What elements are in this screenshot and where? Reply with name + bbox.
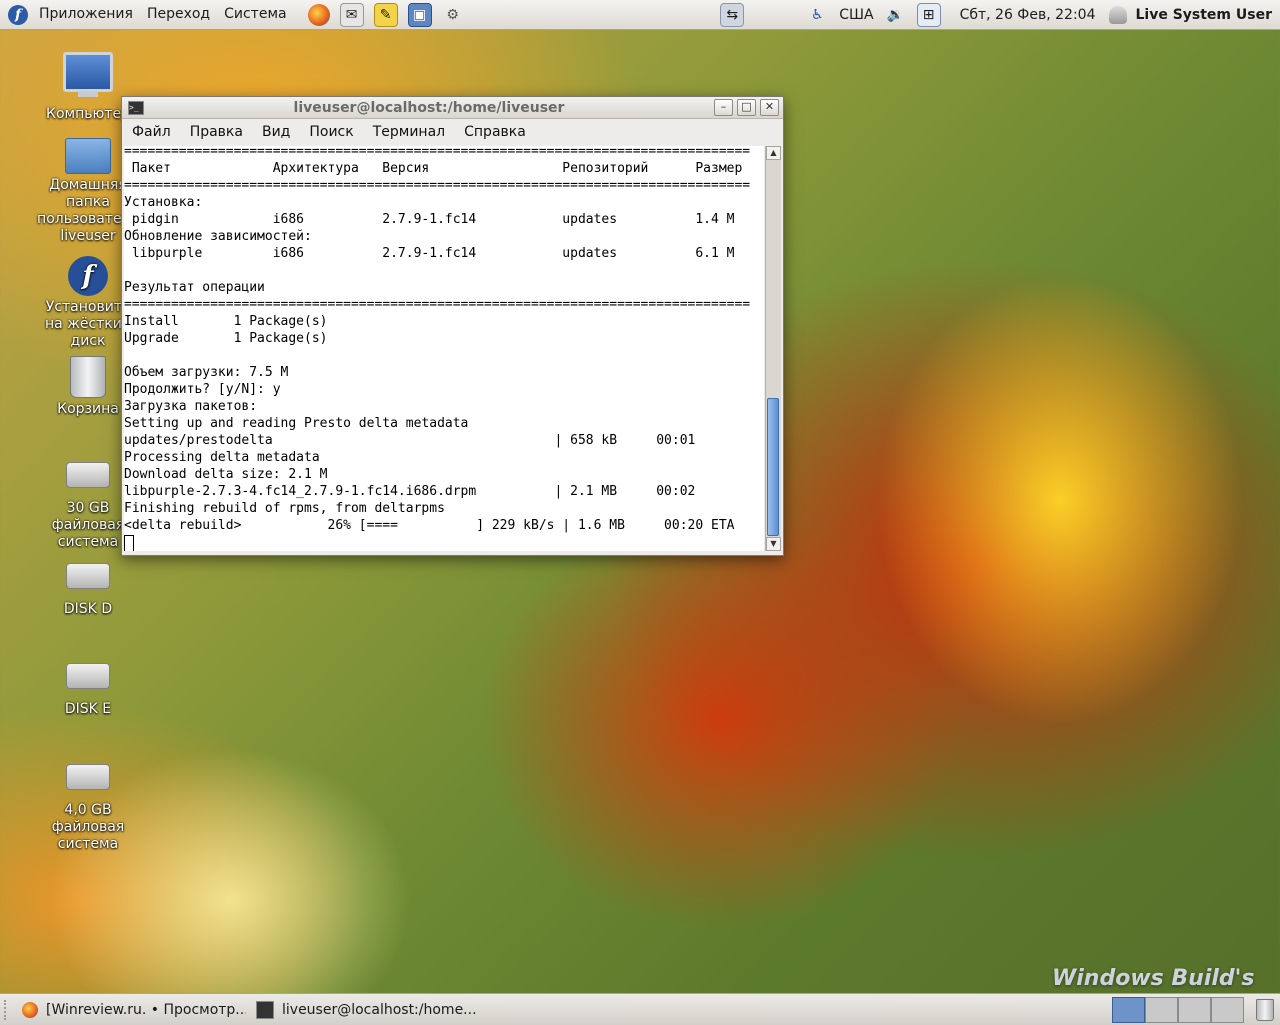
- scroll-up-icon[interactable]: ▲: [766, 146, 781, 160]
- accessibility-icon[interactable]: ♿: [806, 4, 828, 26]
- user-icon: [1109, 5, 1128, 24]
- terminal-menubar: Файл Правка Вид Поиск Терминал Справка: [122, 119, 783, 145]
- text-cursor: [124, 535, 134, 551]
- volume-icon[interactable]: 🔉: [885, 4, 907, 26]
- desktop-icon-label: DISK D: [63, 601, 113, 617]
- maximize-button[interactable]: □: [737, 99, 756, 116]
- menu-places[interactable]: Переход: [140, 0, 217, 29]
- desktop-icon-label: 4,0 GB файловая система: [51, 802, 125, 852]
- bottom-panel: [Winreview.ru. • Просмотр... liveuser@lo…: [0, 993, 1280, 1025]
- computer-icon: [63, 52, 113, 97]
- window-titlebar[interactable]: >_ liveuser@localhost:/home/liveuser – □…: [122, 97, 783, 119]
- network-icon[interactable]: ⊞: [916, 2, 941, 27]
- update-notifier-icon[interactable]: ⇆: [720, 2, 745, 27]
- taskbar-item-label: [Winreview.ru. • Просмотр...: [46, 1001, 246, 1018]
- scrollbar-thumb[interactable]: [767, 398, 779, 536]
- desktop-icon-drive-4gb[interactable]: 4,0 GB файловая система: [23, 764, 153, 853]
- workspace-2[interactable]: [1145, 996, 1178, 1023]
- firefox-icon: [22, 1001, 38, 1018]
- fedora-logo-icon[interactable]: f: [8, 4, 28, 25]
- clock[interactable]: Сбт, 26 Фев, 22:04: [946, 7, 1110, 23]
- desktop-icon-disk-d[interactable]: DISK D: [23, 563, 153, 618]
- keyboard-layout-indicator[interactable]: США: [833, 7, 879, 23]
- drive-icon: [66, 764, 110, 790]
- menu-search[interactable]: Поиск: [299, 124, 362, 140]
- panel-grip[interactable]: [4, 999, 10, 1020]
- close-button[interactable]: ✕: [760, 99, 779, 116]
- mail-icon[interactable]: ✉: [339, 2, 364, 27]
- terminal-icon: [256, 1000, 274, 1019]
- terminal-output[interactable]: ========================================…: [124, 146, 764, 551]
- taskbar-item-browser[interactable]: [Winreview.ru. • Просмотр...: [16, 997, 246, 1022]
- trash-icon[interactable]: [1256, 998, 1274, 1021]
- home-folder-icon: [65, 138, 111, 174]
- terminal-scrollbar[interactable]: ▲ ▼: [765, 146, 781, 551]
- window-title: liveuser@localhost:/home/liveuser: [293, 99, 565, 116]
- menu-edit[interactable]: Правка: [180, 124, 252, 140]
- notes-icon[interactable]: ✎: [373, 2, 398, 27]
- menu-file[interactable]: Файл: [122, 124, 180, 140]
- trash-icon: [70, 356, 106, 398]
- terminal-window: >_ liveuser@localhost:/home/liveuser – □…: [121, 96, 784, 556]
- workspace-1[interactable]: [1112, 996, 1145, 1023]
- drive-icon: [66, 462, 110, 488]
- drive-icon: [66, 663, 110, 689]
- menu-view[interactable]: Вид: [252, 124, 299, 140]
- taskbar-item-terminal[interactable]: liveuser@localhost:/home...: [250, 997, 480, 1022]
- screenshot-icon[interactable]: ▣: [407, 2, 432, 27]
- drive-icon: [66, 563, 110, 589]
- workspace-switcher: [1112, 996, 1244, 1023]
- terminal-text: ========================================…: [124, 146, 751, 533]
- watermark: Windows Build's: [1052, 966, 1255, 991]
- menu-terminal[interactable]: Терминал: [363, 124, 454, 140]
- install-icon: f: [68, 256, 108, 296]
- workspace-3[interactable]: [1178, 996, 1211, 1023]
- top-panel: f Приложения Переход Система ✉ ✎ ▣ ⚙ ⇆ ♿…: [0, 0, 1280, 30]
- settings-icon[interactable]: ⚙: [442, 4, 464, 26]
- workspace-4[interactable]: [1211, 996, 1244, 1023]
- firefox-icon[interactable]: [307, 3, 330, 26]
- user-switcher[interactable]: Live System User: [1135, 7, 1280, 23]
- desktop-icon-disk-e[interactable]: DISK E: [23, 663, 153, 718]
- terminal-icon: >_: [128, 100, 144, 115]
- desktop-icon-label: DISK E: [64, 701, 112, 717]
- taskbar-item-label: liveuser@localhost:/home...: [282, 1001, 477, 1018]
- minimize-button[interactable]: –: [714, 99, 733, 116]
- menu-system[interactable]: Система: [217, 0, 293, 29]
- menu-help[interactable]: Справка: [454, 124, 535, 140]
- menu-applications[interactable]: Приложения: [32, 0, 140, 29]
- scroll-down-icon[interactable]: ▼: [766, 537, 781, 551]
